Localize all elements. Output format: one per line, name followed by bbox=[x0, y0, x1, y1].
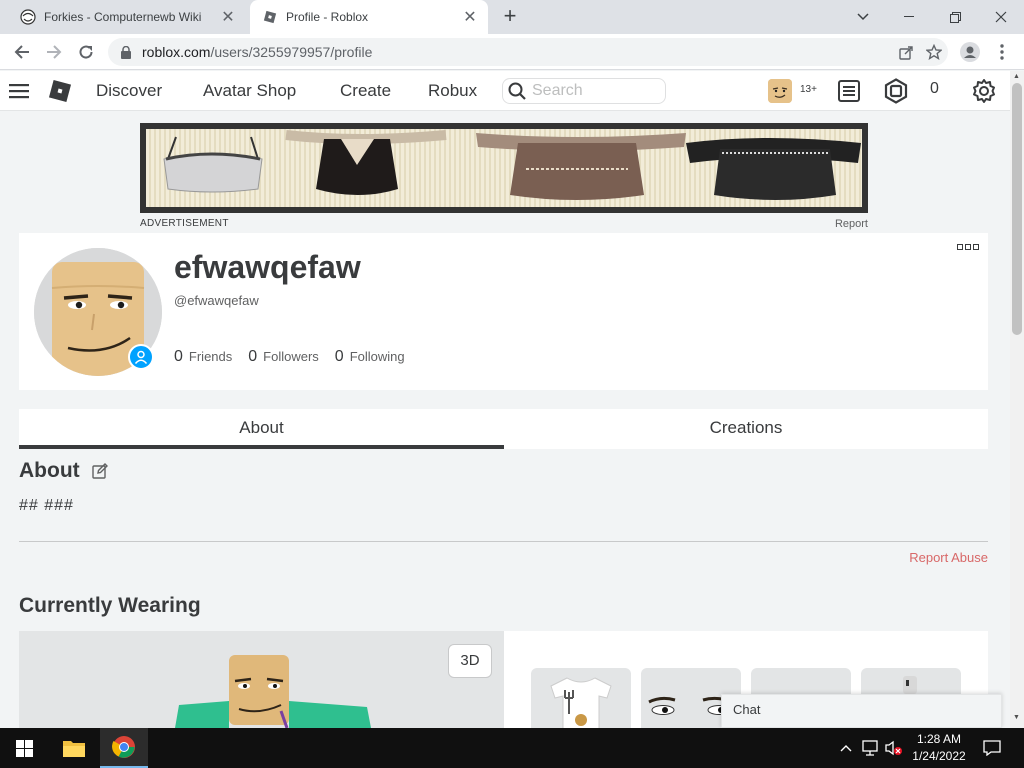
tray-chevron-up-icon[interactable] bbox=[836, 738, 856, 758]
profile-avatar-icon[interactable] bbox=[956, 38, 984, 66]
followers-count: 0 bbox=[248, 348, 258, 365]
ad-report-link[interactable]: Report bbox=[820, 218, 868, 230]
friends-count: 0 bbox=[174, 348, 183, 365]
minimize-window-icon[interactable] bbox=[886, 0, 932, 34]
search-box[interactable] bbox=[502, 78, 666, 104]
settings-gear-icon[interactable] bbox=[971, 78, 997, 109]
clock-time: 1:28 AM bbox=[916, 732, 962, 746]
robux-icon[interactable] bbox=[883, 78, 909, 109]
worn-item-shirt[interactable] bbox=[531, 668, 631, 728]
browser-tab-strip: Forkies - Computernewb Wiki ✕ Profile - … bbox=[0, 0, 1024, 34]
robux-balance: 0 bbox=[930, 80, 939, 97]
user-avatar-thumbnail[interactable] bbox=[768, 79, 792, 103]
volume-muted-icon[interactable] bbox=[884, 738, 904, 758]
tab-creations[interactable]: Creations bbox=[504, 409, 988, 449]
section-divider bbox=[19, 541, 988, 542]
followers-label: Followers bbox=[263, 349, 319, 364]
profile-tabs: About Creations bbox=[19, 409, 988, 449]
avatar-figure bbox=[175, 655, 371, 728]
about-description: ## ### bbox=[19, 497, 74, 514]
scroll-down-arrow-icon[interactable]: ▼ bbox=[1013, 714, 1020, 721]
wiki-favicon-icon bbox=[20, 9, 36, 25]
scrollbar-thumb[interactable] bbox=[1012, 83, 1022, 335]
currently-wearing-heading: Currently Wearing bbox=[19, 594, 201, 617]
following-stat[interactable]: 0 Following bbox=[335, 348, 405, 366]
toggle-3d-button[interactable]: 3D bbox=[448, 644, 492, 678]
user-presence-icon bbox=[134, 350, 148, 364]
page-scrollbar[interactable]: ▲ ▼ bbox=[1010, 71, 1024, 728]
back-arrow-icon[interactable] bbox=[8, 38, 36, 66]
profile-header-card: efwawqefaw @efwawqefaw 0 Friends 0 Followe… bbox=[19, 233, 988, 390]
reload-icon[interactable] bbox=[72, 38, 100, 66]
age-badge: 13+ bbox=[800, 84, 817, 95]
address-bar[interactable]: roblox.com/users/3255979957/profile bbox=[108, 38, 948, 66]
more-options-icon[interactable] bbox=[957, 241, 981, 253]
browser-tab-title: Profile - Roblox bbox=[286, 10, 369, 24]
file-explorer-icon[interactable] bbox=[50, 728, 98, 768]
browser-tab-title: Forkies - Computernewb Wiki bbox=[44, 10, 202, 24]
friends-stat[interactable]: 0 Friends bbox=[174, 348, 232, 366]
profile-stats: 0 Friends 0 Followers 0 Following bbox=[174, 348, 405, 366]
chat-bar[interactable]: Chat bbox=[721, 694, 1002, 728]
search-input[interactable] bbox=[532, 82, 652, 100]
clock-date: 1/24/2022 bbox=[912, 749, 966, 763]
tab-search-chevron-icon[interactable] bbox=[840, 0, 886, 34]
restore-window-icon[interactable] bbox=[932, 0, 978, 34]
hamburger-menu-icon[interactable] bbox=[9, 83, 29, 104]
ad-image bbox=[146, 129, 862, 207]
browser-tab-forkies[interactable]: Forkies - Computernewb Wiki ✕ bbox=[8, 0, 246, 34]
messages-list-icon[interactable] bbox=[837, 79, 861, 108]
taskbar-clock[interactable]: 1:28 AM 1/24/2022 bbox=[906, 731, 972, 765]
share-icon[interactable] bbox=[892, 38, 920, 66]
browser-menu-icon[interactable] bbox=[988, 38, 1016, 66]
profile-display-name: efwawqefaw bbox=[174, 249, 361, 285]
roblox-logo-icon[interactable] bbox=[48, 79, 72, 108]
tab-about[interactable]: About bbox=[19, 409, 504, 449]
online-status-badge bbox=[128, 344, 154, 370]
browser-toolbar: roblox.com/users/3255979957/profile bbox=[0, 34, 1024, 70]
close-window-icon[interactable] bbox=[978, 0, 1024, 34]
nav-create[interactable]: Create bbox=[340, 71, 391, 111]
scroll-up-arrow-icon[interactable]: ▲ bbox=[1013, 73, 1020, 80]
avatar-preview-panel[interactable]: 3D bbox=[19, 631, 504, 728]
advertisement-label: ADVERTISEMENT bbox=[140, 218, 229, 229]
url-host: roblox.com bbox=[142, 44, 211, 60]
url-text: roblox.com/users/3255979957/profile bbox=[142, 44, 892, 60]
edit-pencil-icon[interactable] bbox=[92, 463, 108, 484]
report-abuse-link[interactable]: Report Abuse bbox=[880, 550, 988, 565]
nav-avatar-shop[interactable]: Avatar Shop bbox=[203, 71, 296, 111]
close-tab-icon[interactable]: ✕ bbox=[216, 5, 240, 29]
advertisement-banner[interactable] bbox=[140, 123, 868, 213]
search-icon bbox=[508, 82, 526, 100]
nav-discover[interactable]: Discover bbox=[96, 71, 162, 111]
close-tab-icon[interactable]: ✕ bbox=[458, 5, 482, 29]
windows-taskbar: 1:28 AM 1/24/2022 bbox=[0, 728, 1024, 768]
friends-label: Friends bbox=[188, 349, 233, 364]
following-count: 0 bbox=[334, 348, 344, 365]
chrome-taskbar-icon[interactable] bbox=[100, 728, 148, 768]
notifications-icon[interactable] bbox=[982, 738, 1002, 758]
browser-tab-profile[interactable]: Profile - Roblox ✕ bbox=[250, 0, 488, 34]
about-heading: About bbox=[19, 459, 80, 482]
windows-start-icon[interactable] bbox=[0, 728, 48, 768]
nav-robux[interactable]: Robux bbox=[428, 71, 477, 111]
site-header: Discover Avatar Shop Create Robux 13+ 0 bbox=[0, 71, 1010, 111]
url-path: /users/3255979957/profile bbox=[210, 44, 373, 60]
followers-stat[interactable]: 0 Followers bbox=[248, 348, 319, 366]
bookmark-star-icon[interactable] bbox=[920, 38, 948, 66]
roblox-favicon-icon bbox=[262, 9, 278, 25]
forward-arrow-icon[interactable] bbox=[40, 38, 68, 66]
following-label: Following bbox=[349, 349, 405, 364]
new-tab-button[interactable]: + bbox=[498, 5, 522, 29]
lock-icon[interactable] bbox=[118, 45, 134, 59]
profile-username: @efwawqefaw bbox=[174, 293, 259, 308]
network-icon[interactable] bbox=[860, 738, 880, 758]
